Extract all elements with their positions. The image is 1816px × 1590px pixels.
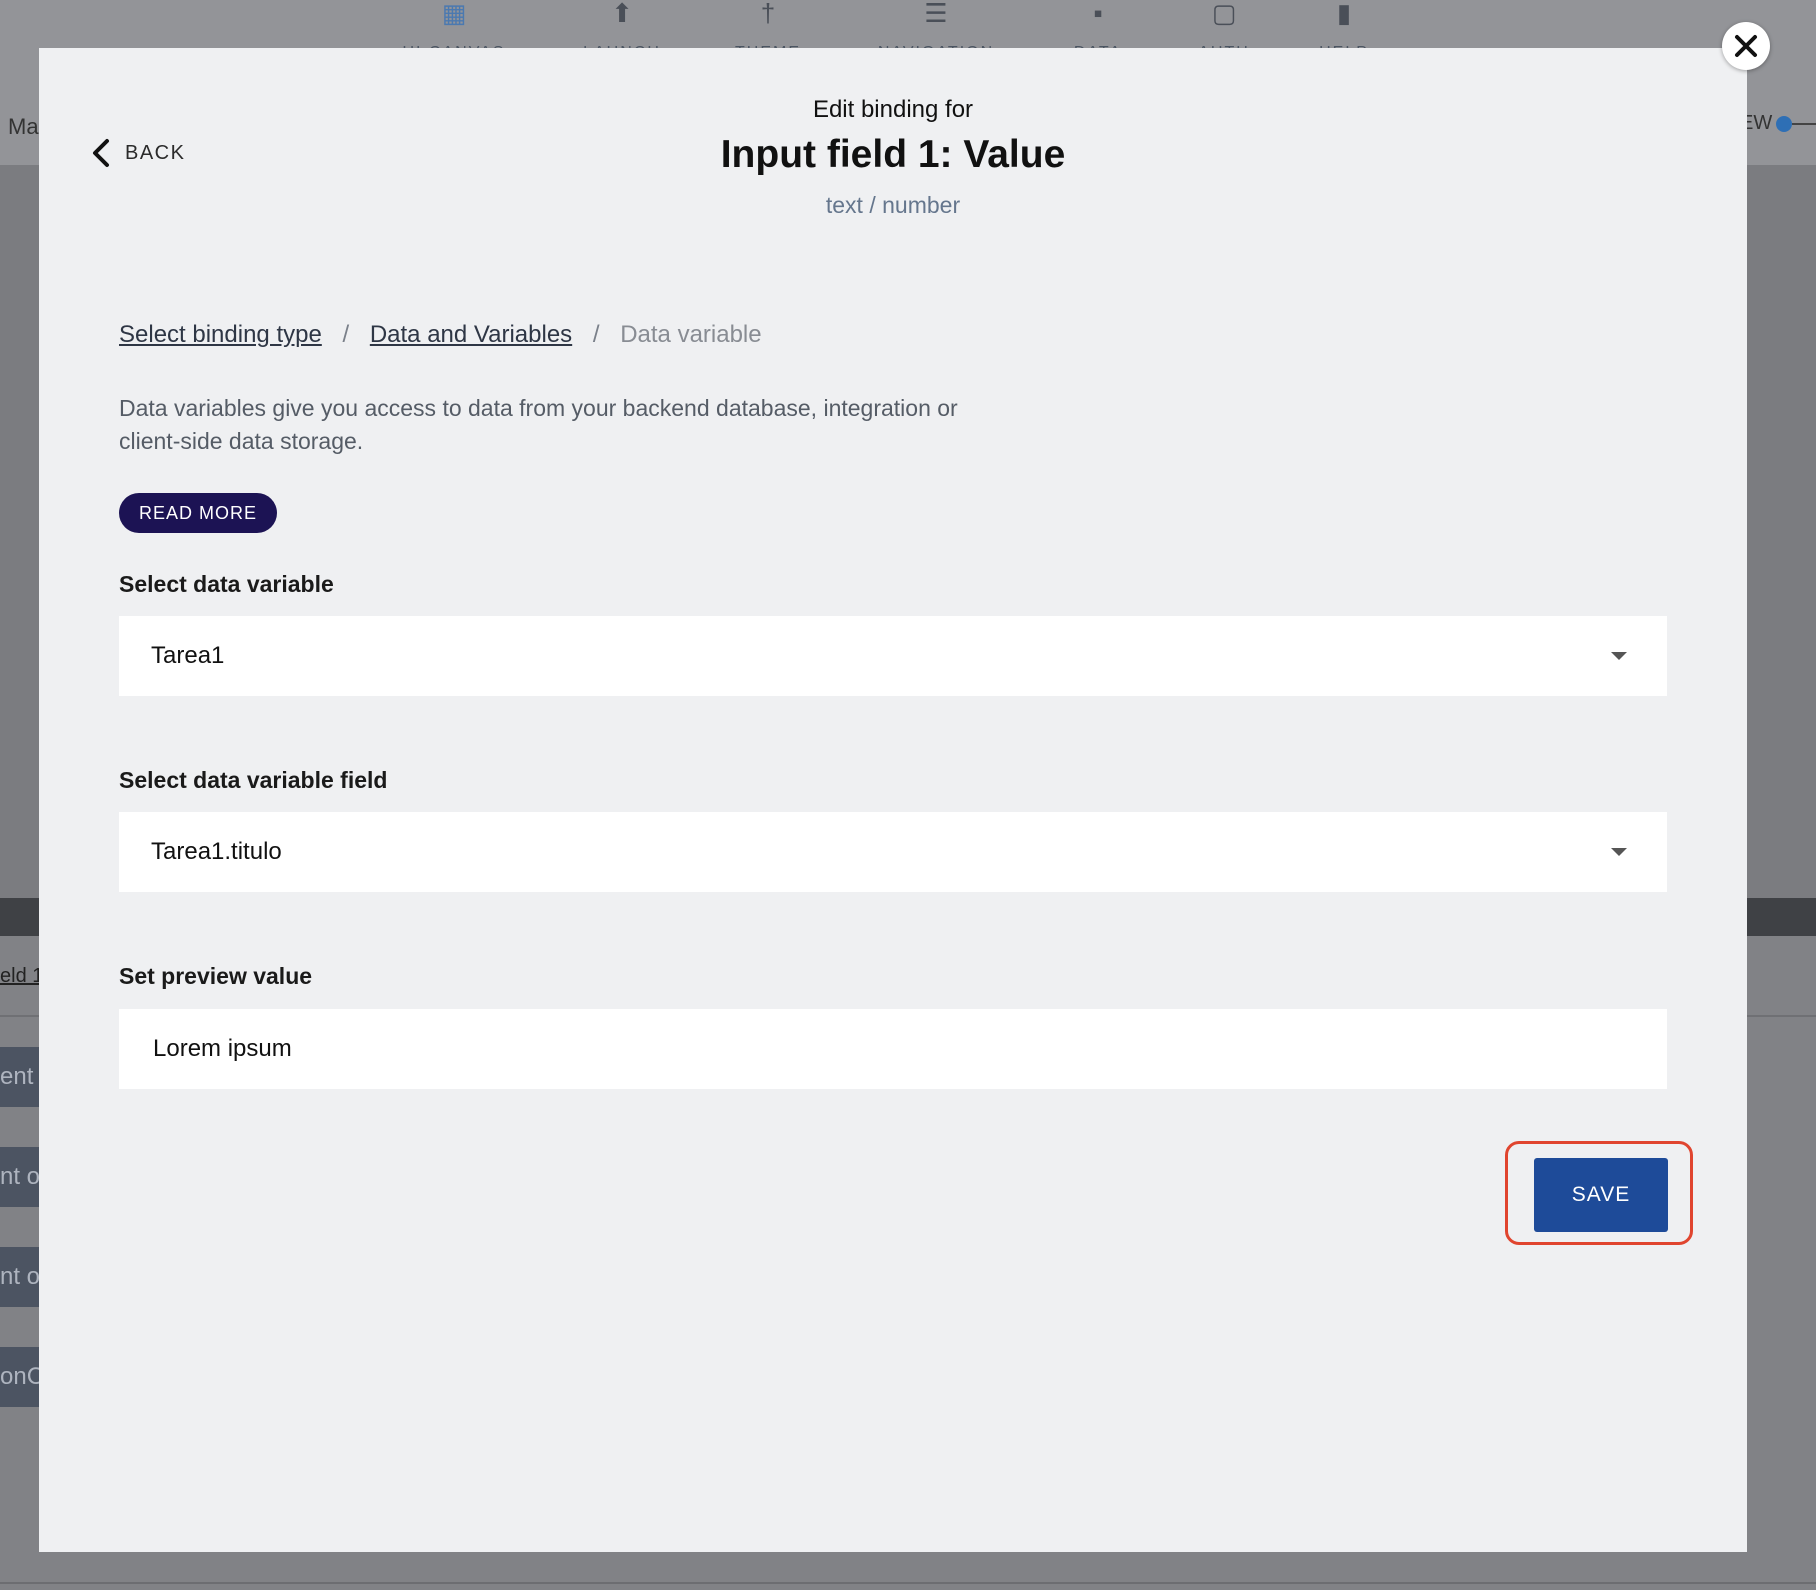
chat-icon: ▮ [1336,0,1352,28]
nav-item-navigation[interactable]: ☰ NAVIGATION [876,0,996,54]
theme-icon: † [760,0,776,28]
folder-icon: ▪ [1093,0,1103,28]
data-variable-value: Tarea1 [151,642,225,669]
data-variable-select[interactable]: Tarea1 [119,616,1667,696]
breadcrumb-separator: / [342,321,350,348]
background-chip[interactable]: nt o [0,1147,40,1207]
background-toggle[interactable] [1776,116,1816,132]
background-chip[interactable]: onC [0,1347,40,1407]
breadcrumb: Select binding type / Data and Variables… [119,321,762,349]
background-chip[interactable]: nt o [0,1247,40,1307]
breadcrumb-current: Data variable [620,321,762,348]
background-chip[interactable]: ent [0,1047,40,1107]
breadcrumb-data-and-variables[interactable]: Data and Variables [370,321,572,348]
breadcrumb-separator: / [592,321,600,348]
breadcrumb-select-binding-type[interactable]: Select binding type [119,321,322,348]
set-preview-value-label: Set preview value [119,963,313,989]
close-modal-button[interactable] [1722,22,1770,70]
launch-icon: ⬆ [611,0,633,28]
select-data-variable-label: Select data variable [119,571,334,597]
save-button[interactable]: SAVE [1534,1158,1668,1232]
edit-binding-modal: BACK Edit binding for Input field 1: Val… [39,48,1747,1552]
background-bottom-line [0,1582,1816,1584]
code-icon: ▢ [1211,0,1237,28]
select-data-variable-field-label: Select data variable field [119,767,388,793]
modal-title: Input field 1: Value [720,133,1066,176]
caret-down-icon [1611,848,1627,856]
modal-subtitle: text / number [825,192,961,218]
pre-title: Edit binding for [812,96,974,123]
nav-item-canvas[interactable]: ▦ UI CANVAS [394,0,514,54]
nav-item-auth[interactable]: ▢ AUTH [1164,0,1284,54]
description-text: Data variables give you access to data f… [119,395,958,454]
nav-item-launch[interactable]: ⬆ LAUNCH [562,0,682,54]
nav-item-help[interactable]: ▮ HELP [1284,0,1404,54]
nav-item-data[interactable]: ▪ DATA [1038,0,1158,54]
nav-item-theme[interactable]: † THEME [708,0,828,54]
canvas-icon: ▦ [441,0,467,28]
caret-down-icon [1611,652,1627,660]
read-more-button[interactable]: READ MORE [119,493,278,533]
preview-value-input[interactable] [119,1009,1667,1089]
modal-header: Edit binding for Input field 1: Value te… [39,93,1747,223]
close-icon [1735,35,1757,57]
data-variable-field-value: Tarea1.titulo [151,838,282,865]
background-left-text: Ma [8,114,39,139]
background-lower-tab[interactable]: eld 1 [0,965,43,988]
data-variable-field-select[interactable]: Tarea1.titulo [119,812,1667,892]
navigation-icon: ☰ [924,0,948,28]
